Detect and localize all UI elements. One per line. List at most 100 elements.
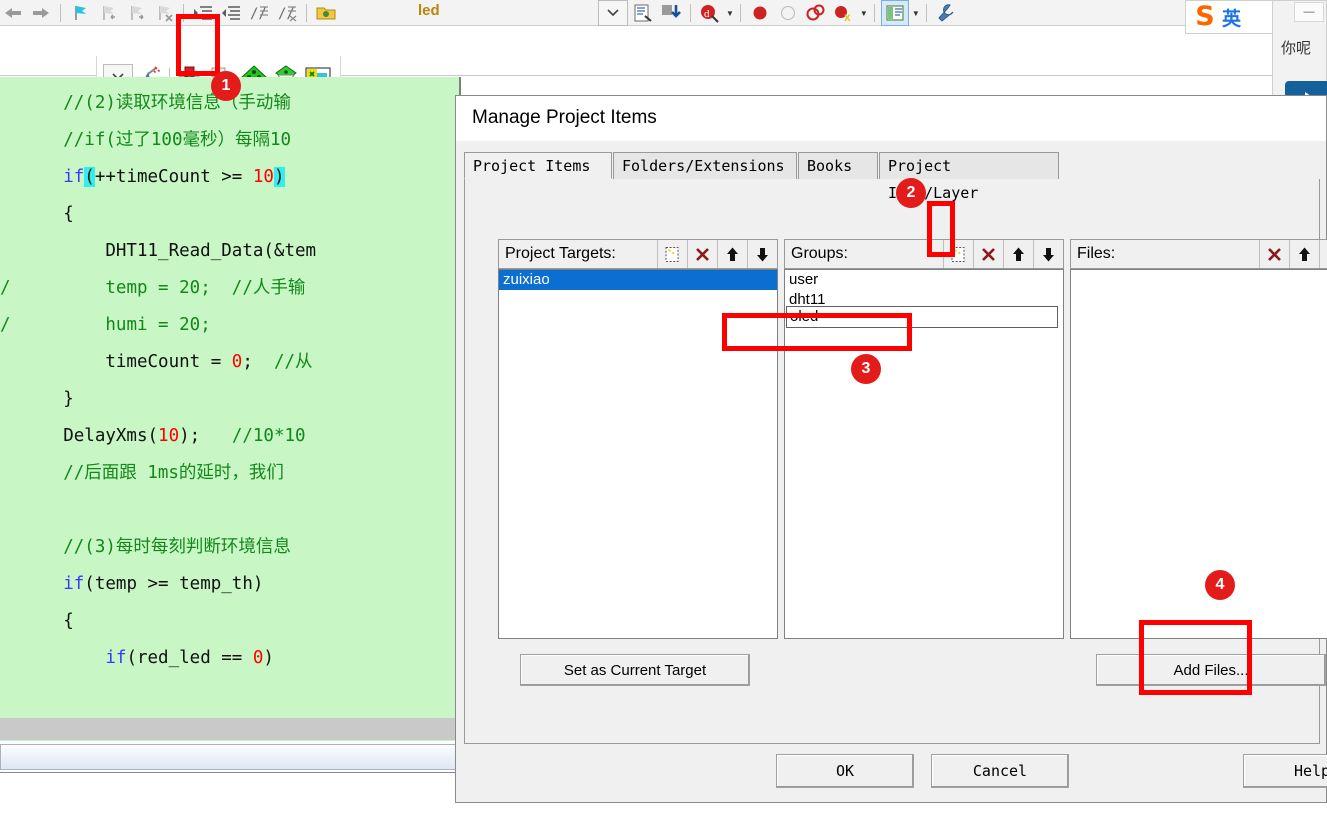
debug-dropdown-caret[interactable]: ▼ — [726, 9, 734, 18]
nav-forward-icon[interactable] — [28, 1, 54, 25]
breakpoint-dropdown-caret[interactable]: ▼ — [860, 9, 868, 18]
button-label: Help — [1293, 762, 1327, 780]
comment-lines-icon[interactable]: // — [246, 1, 272, 25]
button-label: Cancel — [972, 762, 1028, 780]
target-dropdown-top[interactable] — [598, 0, 628, 26]
code-leading-slash: / — [0, 278, 11, 298]
tab-label: Folders/Extensions — [622, 157, 785, 175]
nav-back-icon[interactable] — [0, 1, 26, 25]
code-text: //(2)读取环境信息（手动输 //if(过了100毫秒）每隔10 if(++t… — [0, 85, 316, 677]
list-item[interactable]: user — [785, 270, 1063, 290]
files-label: Files: — [1077, 245, 1116, 262]
indent-decrease-icon[interactable] — [218, 1, 244, 25]
sogou-logo-icon: S — [1195, 1, 1215, 32]
code-line: } — [63, 389, 74, 409]
delete-group-icon[interactable] — [973, 240, 1003, 268]
annotation-box-2 — [927, 201, 955, 257]
move-file-down-icon[interactable] — [1319, 240, 1327, 268]
open-project-icon[interactable] — [313, 1, 339, 25]
code-line: //if(过了100毫秒）每隔10 — [63, 130, 292, 150]
tab-project-items[interactable]: Project Items — [464, 152, 612, 179]
files-header: Files: — [1070, 239, 1327, 269]
button-label: OK — [835, 762, 855, 780]
project-name-label: led — [418, 2, 440, 19]
groups-label: Groups: — [791, 245, 848, 262]
annotation-badge-3: 3 — [851, 354, 881, 384]
annotation-box-4 — [1139, 620, 1252, 695]
ime-mode-label[interactable]: 英 — [1222, 4, 1241, 31]
code-line: / humi = 20; — [0, 315, 211, 335]
code-line: { — [63, 611, 74, 631]
toolbar-separator — [60, 4, 61, 22]
move-file-up-icon[interactable] — [1289, 240, 1319, 268]
target-options-icon[interactable] — [630, 1, 656, 25]
toolbar-separator — [690, 4, 691, 22]
move-target-down-icon[interactable] — [747, 240, 777, 268]
ok-button[interactable]: OK — [776, 754, 914, 788]
code-line: DHT11_Read_Data(&tem — [105, 241, 317, 261]
toolbar-separator — [739, 4, 741, 22]
code-line: DelayXms(10); //10*10 — [63, 426, 306, 446]
configure-icon[interactable] — [933, 1, 959, 25]
code-line: if(red_led == 0) — [105, 648, 274, 668]
annotation-box-3 — [722, 313, 912, 351]
move-target-up-icon[interactable] — [717, 240, 747, 268]
manage-windows-icon[interactable] — [880, 0, 909, 26]
editor-status-strip — [0, 718, 460, 740]
editor-horizontal-scrollbar[interactable] — [0, 744, 458, 770]
toolbar-separator — [873, 4, 875, 22]
code-line: //后面跟 1ms的延时，我们 — [63, 463, 284, 483]
toolbar-separator — [925, 4, 927, 22]
tab-project-info-layer[interactable]: Project Info/Layer — [879, 152, 1059, 202]
bookmark-clear-icon[interactable] — [151, 1, 177, 25]
annotation-badge-2: 2 — [896, 178, 926, 208]
breakpoint-insert-icon[interactable] — [747, 1, 773, 25]
bookmark-next-icon[interactable] — [123, 1, 149, 25]
list-item[interactable]: zuixiao — [499, 270, 777, 290]
tab-folders-extensions[interactable]: Folders/Extensions — [613, 152, 797, 179]
debug-icon[interactable]: d — [697, 1, 723, 25]
project-targets-label: Project Targets: — [505, 245, 616, 262]
windows-dropdown-caret[interactable]: ▼ — [912, 9, 920, 18]
annotation-badge-1: 1 — [211, 71, 241, 101]
annotation-badge-4: 4 — [1205, 570, 1235, 600]
breakpoint-kill-all-icon[interactable] — [803, 1, 829, 25]
tab-books[interactable]: Books — [798, 152, 878, 179]
code-line: if(++timeCount >= 10) — [63, 167, 285, 187]
code-line: { — [63, 204, 74, 224]
uncomment-lines-icon[interactable]: // — [274, 1, 300, 25]
cancel-button[interactable]: Cancel — [931, 754, 1069, 788]
code-editor[interactable]: //(2)读取环境信息（手动输 //if(过了100毫秒）每隔10 if(++t… — [0, 77, 460, 741]
breakpoint-disable-icon[interactable] — [775, 1, 801, 25]
code-line: if(temp >= temp_th) — [63, 574, 264, 594]
svg-text:x: x — [844, 10, 851, 23]
toolbar-nav-group: // // — [0, 0, 339, 26]
toolbar-separator — [306, 4, 307, 22]
code-line: / temp = 20; //人手输 — [0, 278, 306, 298]
tab-label: Books — [807, 157, 853, 175]
button-label: Set as Current Target — [563, 661, 707, 679]
ide-bottom-panel — [0, 772, 460, 814]
annotation-box-1 — [176, 14, 220, 76]
files-list[interactable] — [1070, 269, 1327, 639]
breakpoint-disable-all-icon[interactable]: x — [831, 1, 857, 25]
svg-text:d: d — [704, 8, 710, 20]
download-icon[interactable] — [658, 1, 684, 25]
move-group-up-icon[interactable] — [1003, 240, 1033, 268]
code-leading-slash: / — [0, 315, 11, 335]
sogou-ime-bar[interactable]: S 英 — [1185, 0, 1273, 34]
screen-root: // // led d ▼ x ▼ ▼ //(2)读取环境信息（手动输 //if… — [0, 0, 1327, 814]
help-button[interactable]: Help — [1243, 754, 1327, 788]
bookmark-toggle-icon[interactable] — [67, 1, 93, 25]
close-icon[interactable]: — — [1294, 2, 1324, 22]
code-line: timeCount = 0; //从 — [105, 352, 313, 372]
tab-label: Project Items — [473, 157, 591, 175]
new-target-icon[interactable] — [657, 240, 687, 268]
ime-popup-text: 你呢 — [1281, 39, 1312, 57]
delete-file-icon[interactable] — [1259, 240, 1289, 268]
move-group-down-icon[interactable] — [1033, 240, 1063, 268]
set-as-current-target-button[interactable]: Set as Current Target — [520, 654, 750, 686]
delete-target-icon[interactable] — [687, 240, 717, 268]
bookmark-prev-icon[interactable] — [95, 1, 121, 25]
